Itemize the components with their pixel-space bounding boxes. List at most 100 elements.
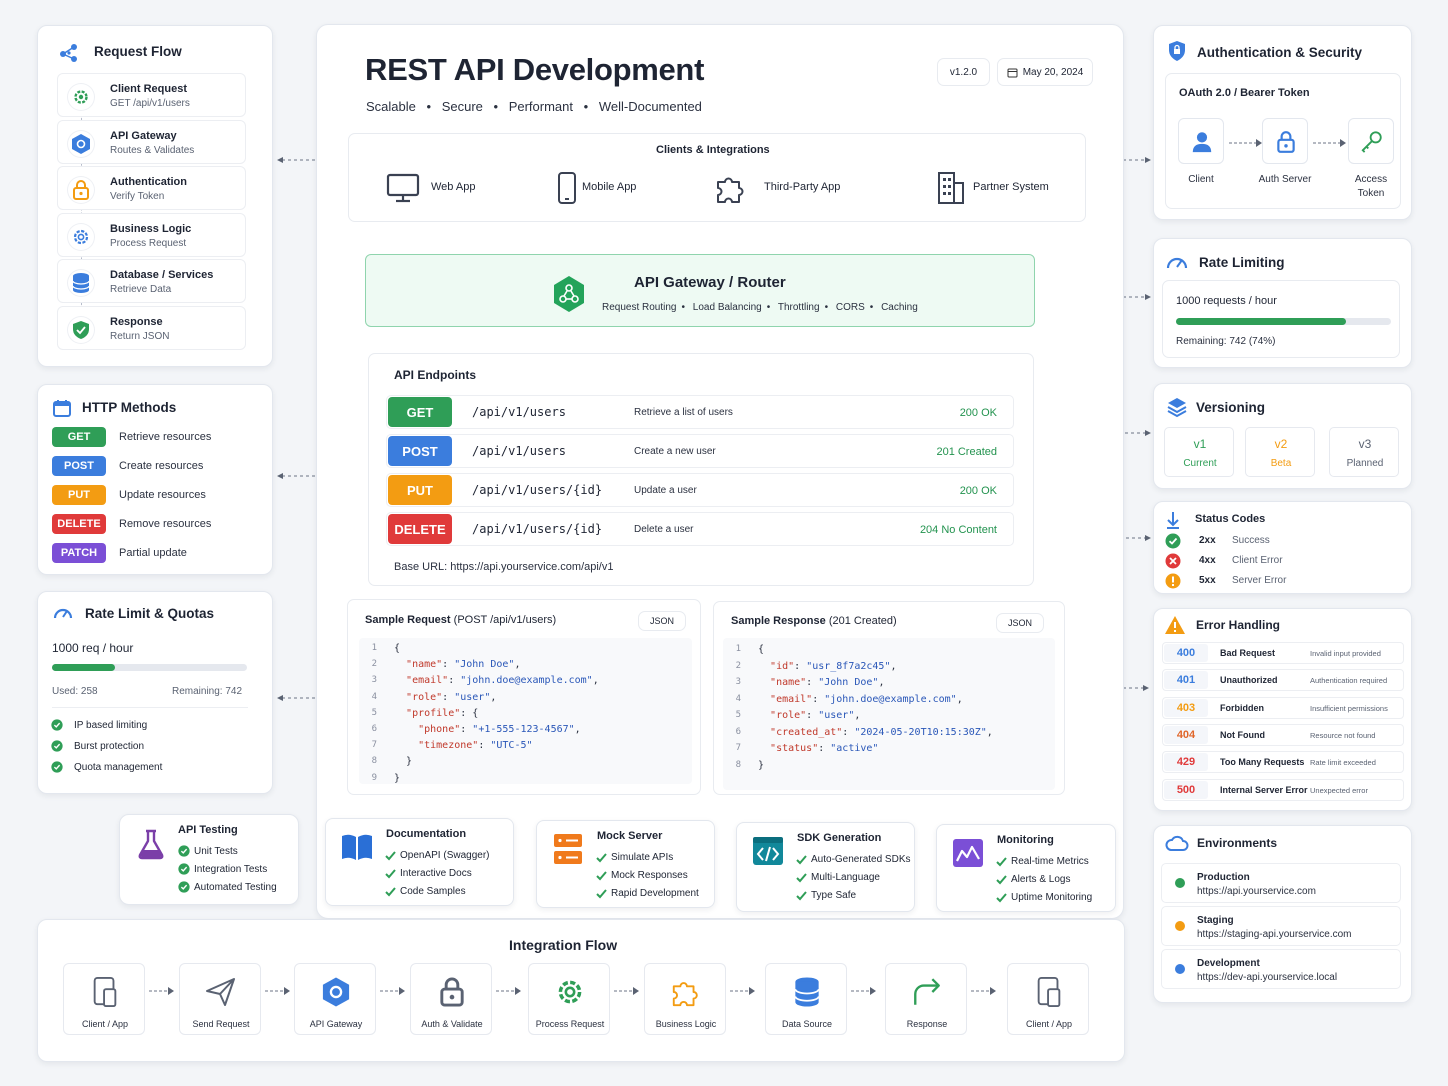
method-description: Partial update [119,547,187,559]
error-row: 400 Bad Request Invalid input provided [1162,642,1404,664]
warning-icon [1164,615,1186,635]
key-icon [1359,129,1385,155]
base-url: Base URL: https://api.yourservice.com/ap… [394,561,614,573]
endpoint-row[interactable]: PUT/api/v1/users/{id} Update a user 200 OK [386,473,1014,507]
check-icon [796,872,807,883]
oauth-subtitle: OAuth 2.0 / Bearer Token [1179,87,1310,99]
tool-feature: Multi-Language [811,872,880,883]
tool-feature: Auto-Generated SDKs [811,854,911,865]
rate-limit-track [1176,318,1391,325]
endpoint-status: 200 OK [959,485,997,497]
check-icon [385,850,396,861]
arrow-icon [496,986,522,996]
quota-progress-fill [52,664,115,671]
code-line-number: 2 [735,660,741,671]
client-label: Mobile App [582,181,637,193]
sample-response-title-text: Sample Response [731,615,826,627]
error-code: 500 [1164,780,1208,799]
date-badge: May 20, 2024 [997,58,1093,86]
error-description: Authentication required [1310,676,1388,686]
integration-step-label: Business Logic [655,1019,717,1029]
cog-icon [550,974,590,1010]
environment-row[interactable]: Staging https://staging-api.yourservice.c… [1161,906,1401,946]
code-token: : [478,740,491,752]
gauge-icon [1165,250,1189,274]
quota-used: Used: 258 [52,686,98,697]
error-name: Not Found [1220,729,1265,740]
code-token: } [758,759,765,771]
tool-feature: Uptime Monitoring [1011,892,1093,903]
code-token: { [758,644,765,655]
building-icon [933,170,969,206]
version-card[interactable]: v2 Beta [1245,427,1315,477]
code-token: "role" [770,710,807,721]
check-icon [178,845,190,857]
code-line-number: 3 [371,675,377,686]
method-description: Remove resources [119,518,212,530]
database-icon [68,270,94,297]
server-icon [550,832,586,866]
environment-url: https://staging-api.yourservice.com [1197,929,1352,940]
code-line-number: 1 [735,644,741,654]
integration-step-label: Process Request [535,1019,605,1029]
tool-title: Monitoring [997,834,1054,846]
environment-name: Production [1197,872,1250,883]
code-line: "status": "active" [758,743,878,754]
endpoint-row[interactable]: POST/api/v1/users Create a new user 201 Cr… [386,434,1014,468]
code-token: , [592,675,599,687]
request-flow-step-title: API Gateway [110,129,177,142]
tool-title: Documentation [386,828,467,840]
check-icon [796,854,807,865]
chart-icon [950,836,986,870]
code-token: , [490,691,497,703]
environment-row[interactable]: Development https://dev-api.yourservice.l… [1161,949,1401,989]
arrow-icon [149,986,175,996]
code-token: } [394,772,401,784]
hexagon-icon [316,974,356,1010]
sample-response-panel: Sample Response (201 Created) JSON 1 {2 "… [713,601,1065,795]
cloud-icon [1165,834,1189,852]
code-line: "id": "usr_8f7a2c45", [758,661,896,672]
rate-limiting-title: Rate Limiting [1199,255,1285,270]
version-status: Beta [1270,458,1292,469]
code-line: "email": "john.doe@example.com", [394,675,599,686]
arrow-icon [1313,138,1347,148]
auth-step-box [1262,118,1308,164]
gateway-panel: API Gateway / Router Request Routing • Lo… [365,254,1035,327]
tool-feature: Simulate APIs [611,852,674,863]
request-flow-step: Business Logic Process Request [57,212,246,257]
code-line: } [394,756,412,767]
code-token: "John Doe" [818,677,879,688]
error-name: Internal Server Error [1220,784,1308,795]
quota-remaining: Remaining: 742 [172,686,243,697]
endpoint-path: /api/v1/users [472,405,566,419]
test-item: Unit Tests [194,846,238,857]
environment-row[interactable]: Production https://api.yourservice.com [1161,863,1401,903]
request-flow-step: Database / Services Retrieve Data [57,259,246,304]
code-token: : [842,726,855,738]
error-handling-title: Error Handling [1196,618,1281,632]
code-token: "phone" [418,724,461,735]
error-code: 401 [1164,671,1208,690]
endpoint-row[interactable]: DELETE/api/v1/users/{id} Delete a user 204… [386,512,1014,546]
error-name: Forbidden [1220,702,1264,713]
error-row: 429 Too Many Requests Rate limit exceeded [1162,751,1404,774]
endpoint-row[interactable]: GET/api/v1/users Retrieve a list of users… [386,395,1014,429]
rate-limiting-panel: Rate Limiting 1000 requests / hour Remai… [1153,238,1412,368]
version-card[interactable]: v3 Planned [1329,427,1399,477]
request-code-block: 1 {2 "name": "John Doe", 3 "email": "john.… [359,638,692,784]
integration-step-label: Client / App [81,1019,129,1029]
auth-panel: Authentication & Security OAuth 2.0 / Be… [1153,25,1412,220]
method-description: Update resources [119,489,206,501]
gateway-feature: Throttling [777,302,820,313]
version-card[interactable]: v1 Current [1164,427,1234,477]
quota-progress-track [52,664,247,671]
error-name: Unauthorized [1220,675,1278,686]
code-token: , [514,659,521,671]
client-label: Partner System [973,181,1049,193]
code-line: "name": "John Doe", [758,677,884,688]
code-token: : [448,675,461,687]
arrow-icon [614,986,640,996]
